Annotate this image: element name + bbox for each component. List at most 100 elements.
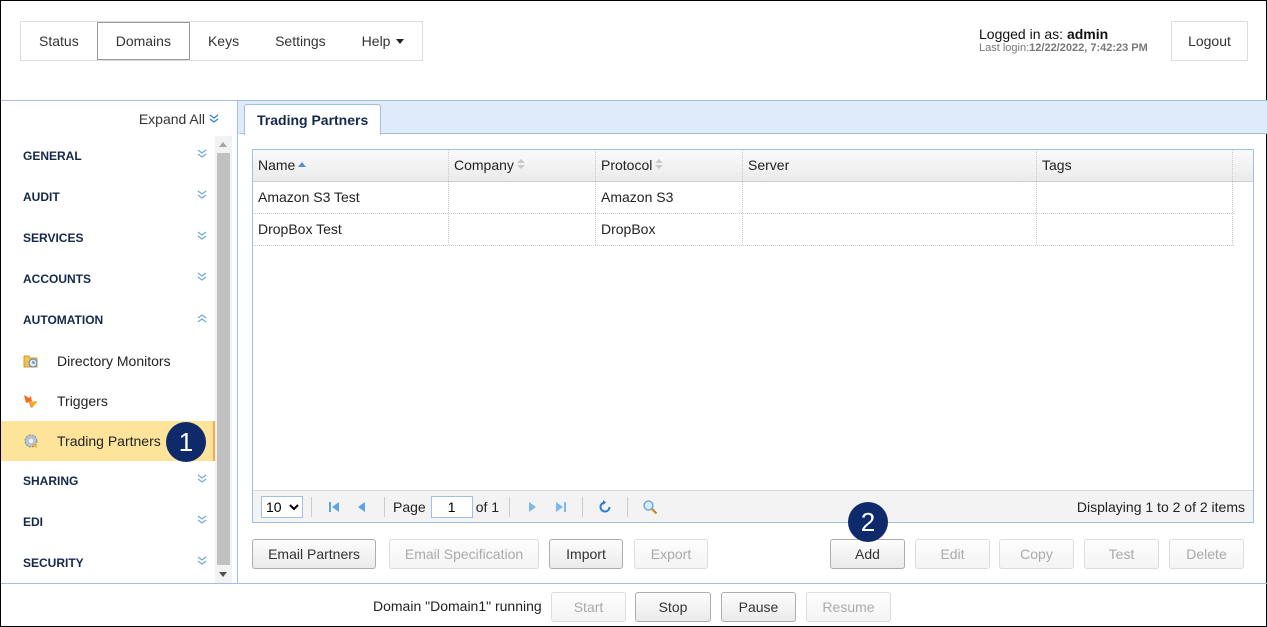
logout-button[interactable]: Logout <box>1171 21 1248 61</box>
pause-button[interactable]: Pause <box>721 592 796 622</box>
gear-partner-icon <box>24 434 38 448</box>
sidebar-section-automation[interactable]: AUTOMATION <box>1 300 215 341</box>
sort-unsorted-icon <box>655 159 664 170</box>
divider <box>627 496 629 517</box>
grid-header: Name Company Protocol Server Tags <box>253 150 1253 182</box>
sidebar-item-label: Trading Partners <box>57 433 161 449</box>
nav-keys[interactable]: Keys <box>190 22 257 60</box>
expand-all-button[interactable]: Expand All <box>139 111 219 127</box>
last-page-button[interactable] <box>552 499 568 515</box>
sidebar-scrollbar[interactable] <box>215 136 232 583</box>
next-page-icon <box>529 501 537 512</box>
nav-domains[interactable]: Domains <box>96 22 190 60</box>
double-chevron-down-icon <box>197 259 207 300</box>
email-specification-button[interactable]: Email Specification <box>389 539 539 569</box>
test-button[interactable]: Test <box>1084 539 1159 569</box>
section-label: GENERAL <box>23 149 82 163</box>
sidebar-section-edi[interactable]: EDI <box>1 502 215 543</box>
nav-help[interactable]: Help <box>344 22 423 60</box>
column-header-name[interactable]: Name <box>253 150 449 181</box>
divider <box>311 496 312 517</box>
nav-status[interactable]: Status <box>21 22 97 60</box>
logged-in-prefix: Logged in as: <box>979 26 1067 42</box>
app-window: Status Domains Keys Settings Help Logged… <box>0 0 1267 627</box>
double-chevron-down-icon <box>197 218 207 259</box>
sidebar-section-security[interactable]: SECURITY <box>1 543 215 584</box>
trigger-arrow-icon <box>24 395 37 408</box>
first-page-button[interactable] <box>326 499 342 515</box>
sidebar-section-sharing[interactable]: SHARING <box>1 461 215 502</box>
pager-toolbar: 10 Page of 1 Displaying 1 to <box>253 490 1253 522</box>
double-chevron-down-icon <box>197 502 207 543</box>
sidebar-section-general[interactable]: GENERAL <box>1 136 215 177</box>
expand-all-label: Expand All <box>138 111 205 127</box>
copy-button[interactable]: Copy <box>999 539 1074 569</box>
sidebar-section-services[interactable]: SERVICES <box>1 218 215 259</box>
start-button[interactable]: Start <box>551 592 626 622</box>
display-info: Displaying 1 to 2 of 2 items <box>1076 498 1245 515</box>
import-button[interactable]: Import <box>549 539 623 569</box>
sort-unsorted-icon <box>516 159 525 170</box>
sidebar-list: GENERAL AUDIT SERVICES ACCOUNTS AUTOMATI… <box>1 136 215 584</box>
scroll-down-arrow-icon[interactable] <box>219 572 227 577</box>
sidebar-section-audit[interactable]: AUDIT <box>1 177 215 218</box>
prev-page-button[interactable] <box>354 499 370 515</box>
double-chevron-up-icon <box>197 300 207 341</box>
search-button[interactable] <box>642 499 658 515</box>
next-page-button[interactable] <box>524 499 540 515</box>
table-row[interactable]: Amazon S3 Test Amazon S3 <box>253 182 1234 214</box>
step-badge-1: 1 <box>166 422 206 462</box>
edit-button[interactable]: Edit <box>915 539 990 569</box>
stop-button[interactable]: Stop <box>635 592 711 622</box>
add-button[interactable]: Add <box>830 539 905 569</box>
scroll-up-arrow-icon[interactable] <box>219 142 227 147</box>
cell-tags <box>1037 214 1233 245</box>
column-header-company[interactable]: Company <box>449 150 596 181</box>
cell-protocol: Amazon S3 <box>596 182 743 213</box>
resume-button[interactable]: Resume <box>806 592 891 622</box>
page-size-select[interactable]: 10 <box>261 495 303 518</box>
sidebar-section-accounts[interactable]: ACCOUNTS <box>1 259 215 300</box>
folder-clock-icon <box>23 355 38 368</box>
export-button[interactable]: Export <box>634 539 708 569</box>
page-number-input[interactable] <box>430 495 473 518</box>
section-label: ACCOUNTS <box>23 272 91 286</box>
column-header-tags[interactable]: Tags <box>1037 150 1233 181</box>
nav-settings[interactable]: Settings <box>257 22 344 60</box>
delete-button[interactable]: Delete <box>1169 539 1244 569</box>
refresh-button[interactable] <box>597 499 613 515</box>
section-label: SECURITY <box>23 556 84 570</box>
sidebar-item-triggers[interactable]: Triggers <box>1 381 215 421</box>
table-row[interactable]: DropBox Test DropBox <box>253 214 1234 246</box>
column-label: Protocol <box>601 157 653 173</box>
cell-protocol: DropBox <box>596 214 743 245</box>
tab-trading-partners[interactable]: Trading Partners <box>244 104 382 135</box>
column-header-server[interactable]: Server <box>743 150 1037 181</box>
caret-down-icon <box>396 38 405 44</box>
column-label: Name <box>258 157 296 173</box>
magnifier-icon <box>643 499 658 514</box>
sidebar-item-directory-monitors[interactable]: Directory Monitors <box>1 341 215 381</box>
divider <box>509 496 511 517</box>
page-of-label: of 1 <box>475 498 500 515</box>
column-label: Company <box>454 157 514 173</box>
double-chevron-down-icon <box>197 177 207 218</box>
tab-strip: Trading Partners <box>238 101 1267 135</box>
scrollbar-thumb[interactable] <box>217 153 230 565</box>
column-header-protocol[interactable]: Protocol <box>596 150 743 181</box>
sidebar-item-label: Triggers <box>57 393 108 409</box>
top-nav: Status Domains Keys Settings Help <box>20 21 424 61</box>
cell-server <box>743 214 1037 245</box>
cell-name: Amazon S3 Test <box>253 182 449 213</box>
sidebar-item-label: Directory Monitors <box>57 353 171 369</box>
action-buttons: Email Partners Email Specification Impor… <box>252 539 1254 569</box>
username: admin <box>1066 26 1109 42</box>
header: Status Domains Keys Settings Help Logged… <box>1 1 1267 101</box>
section-label: SHARING <box>23 474 79 488</box>
cell-server <box>743 182 1037 213</box>
email-partners-button[interactable]: Email Partners <box>252 539 376 569</box>
last-login-prefix: Last login: <box>979 42 1030 54</box>
cell-tags <box>1037 182 1233 213</box>
nav-help-label: Help <box>361 33 391 49</box>
last-login: Last login:12/22/2022, 7:42:23 PM <box>979 42 1148 54</box>
